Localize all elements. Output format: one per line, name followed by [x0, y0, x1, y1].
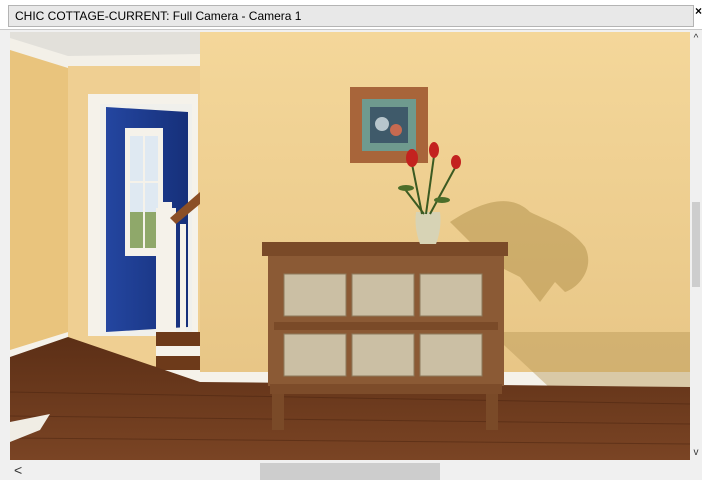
- vase: [415, 212, 441, 244]
- basket: [419, 273, 483, 317]
- horizontal-scrollbar[interactable]: <: [10, 460, 690, 480]
- window-tab[interactable]: CHIC COTTAGE-CURRENT: Full Camera - Came…: [8, 5, 694, 27]
- tulip: [406, 149, 418, 167]
- title-bar: CHIC COTTAGE-CURRENT: Full Camera - Came…: [0, 0, 702, 30]
- left-margin: [0, 32, 10, 480]
- scroll-up-icon[interactable]: ^: [690, 32, 702, 46]
- vertical-scrollbar[interactable]: ^ v: [690, 32, 702, 460]
- camera-viewport[interactable]: [10, 32, 690, 460]
- vertical-scroll-thumb[interactable]: [692, 202, 700, 287]
- cabinet-top: [262, 242, 508, 256]
- horizontal-scroll-thumb[interactable]: [260, 463, 440, 480]
- basket: [283, 273, 347, 317]
- scene-render: [10, 32, 690, 460]
- tulip: [451, 155, 461, 169]
- basket: [283, 333, 347, 377]
- scroll-down-icon[interactable]: v: [690, 446, 702, 460]
- scroll-left-icon[interactable]: <: [14, 462, 22, 478]
- left-wall: [10, 42, 68, 352]
- close-icon[interactable]: ×: [695, 4, 702, 18]
- tulip: [429, 142, 439, 158]
- basket: [351, 273, 415, 317]
- window-title: CHIC COTTAGE-CURRENT: Full Camera - Came…: [15, 9, 302, 23]
- basket: [419, 333, 483, 377]
- basket: [351, 333, 415, 377]
- stair-step: [156, 332, 200, 346]
